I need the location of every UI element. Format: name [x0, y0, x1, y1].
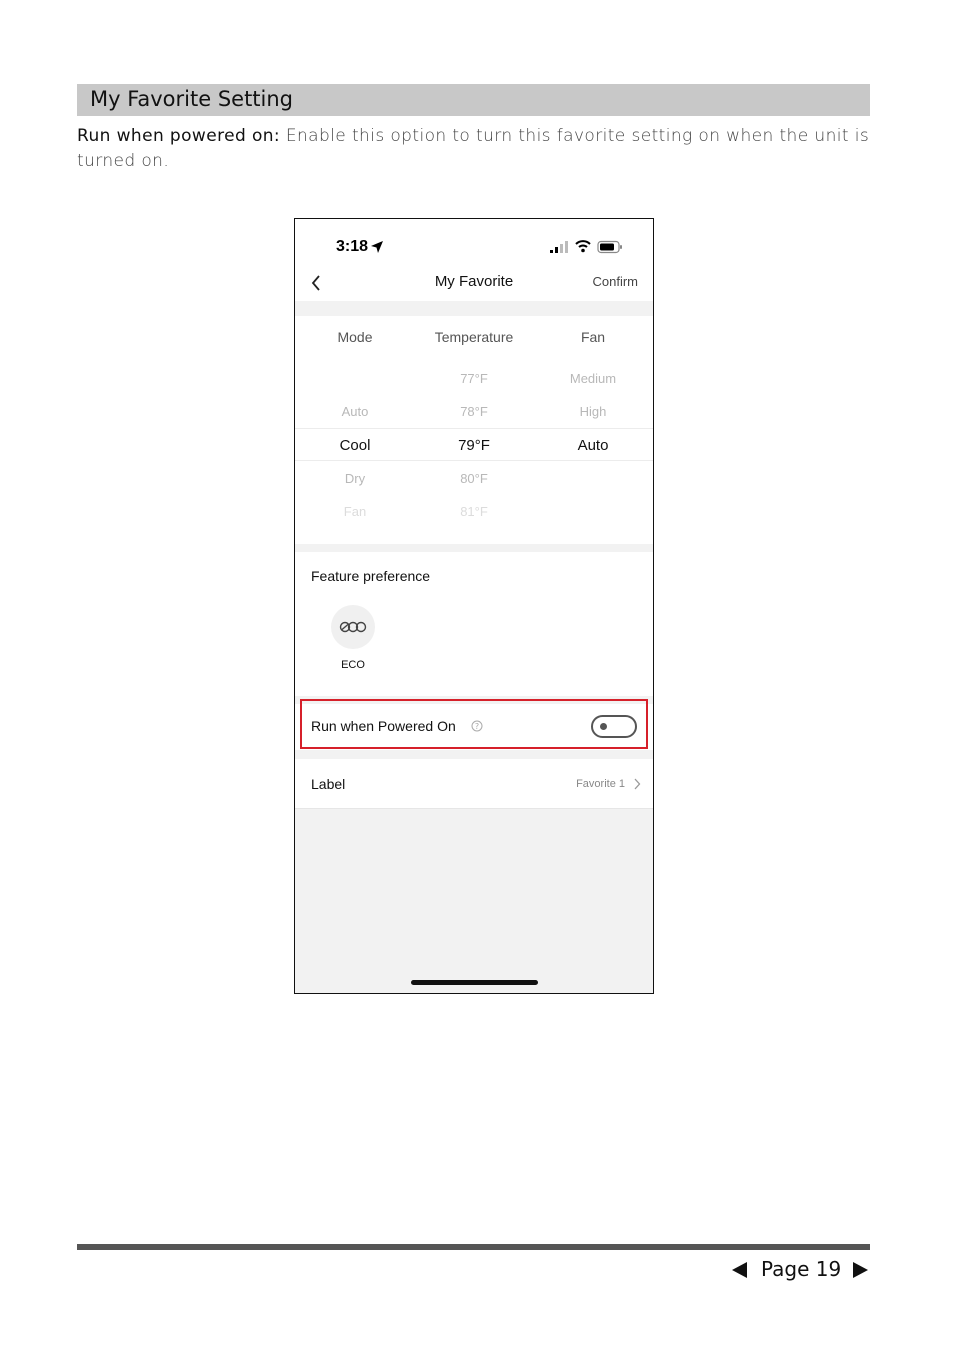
picker-cell-temperature[interactable]: 78°F: [414, 395, 534, 428]
picker-header-fan: Fan: [580, 329, 606, 345]
picker-row[interactable]: Fan 81°F: [295, 495, 653, 528]
picker-header: Mode Temperature Fan: [295, 321, 653, 354]
picker-header-temperature: Temperature: [434, 329, 514, 345]
wifi-icon: [575, 240, 591, 253]
status-time: 3:18: [336, 238, 369, 255]
feature-preference-title: Feature preference: [311, 568, 431, 584]
setting-picker[interactable]: Mode Temperature Fan 77°F Medium Auto 78…: [295, 316, 653, 544]
nav-bar: My Favorite Confirm: [295, 269, 653, 301]
prev-page-icon[interactable]: [732, 1262, 747, 1278]
picker-row[interactable]: Auto 78°F High: [295, 395, 653, 428]
feature-preference-section: Feature preference ECO: [295, 552, 653, 696]
picker-row[interactable]: Dry 80°F: [295, 462, 653, 495]
picker-cell-temperature[interactable]: 80°F: [414, 462, 534, 495]
eco-button[interactable]: [331, 605, 375, 649]
status-bar: 3:18: [295, 219, 653, 269]
page-number: Page 19: [761, 1257, 842, 1281]
label-row-value: Favorite 1: [576, 778, 625, 790]
intro-term: Run when powered on:: [77, 126, 281, 146]
home-indicator: [411, 980, 538, 985]
picker-cell-temperature[interactable]: 77°F: [414, 362, 534, 395]
eco-label: ECO: [341, 659, 365, 671]
picker-cell-fan[interactable]: Medium: [533, 362, 653, 395]
confirm-button[interactable]: Confirm: [592, 274, 638, 289]
intro-paragraph: Run when powered on: Enable this option …: [77, 124, 877, 174]
picker-row[interactable]: 77°F Medium: [295, 362, 653, 395]
picker-cell-temperature[interactable]: 81°F: [414, 495, 534, 528]
picker-selected-mode[interactable]: Cool: [295, 429, 415, 462]
label-row-name: Label: [311, 776, 346, 792]
picker-selected-temperature[interactable]: 79°F: [414, 429, 534, 462]
section-title: My Favorite Setting: [90, 87, 294, 111]
location-arrow-icon: [371, 241, 383, 253]
picker-cell-mode[interactable]: Fan: [295, 495, 415, 528]
cell-signal-icon: [550, 241, 568, 253]
picker-cell-mode[interactable]: Dry: [295, 462, 415, 495]
highlight-box: [300, 699, 648, 749]
picker-row-selected[interactable]: Cool 79°F Auto: [295, 428, 653, 461]
picker-selected-fan[interactable]: Auto: [533, 429, 653, 462]
picker-cell-mode[interactable]: Auto: [295, 395, 415, 428]
label-row[interactable]: Label Favorite 1: [295, 759, 653, 809]
battery-icon: [597, 240, 622, 254]
chevron-right-icon: [634, 778, 641, 790]
section-header: My Favorite Setting: [77, 84, 870, 116]
eco-icon: [339, 621, 367, 633]
phone-screenshot: 3:18 My Favorite Confirm Mode Temperatur…: [294, 218, 654, 994]
picker-header-mode: Mode: [337, 329, 373, 345]
picker-cell-fan[interactable]: High: [533, 395, 653, 428]
next-page-icon[interactable]: [853, 1262, 868, 1278]
footer-rule: [77, 1244, 870, 1250]
